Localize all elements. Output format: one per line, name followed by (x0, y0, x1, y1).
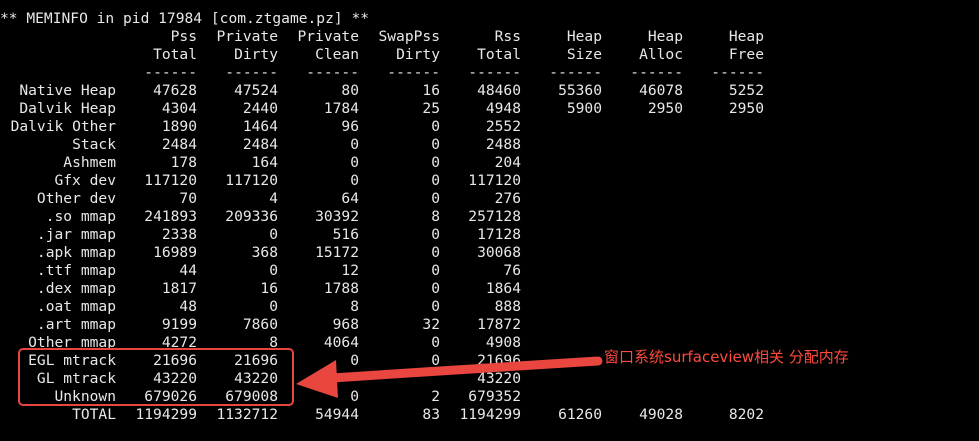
terminal-window: ** MEMINFO in pid 17984 [com.ztgame.pz] … (0, 0, 979, 441)
annotation-label: 窗口系统surfaceview相关 分配内存 (604, 348, 849, 366)
annotation-arrow (296, 356, 603, 398)
